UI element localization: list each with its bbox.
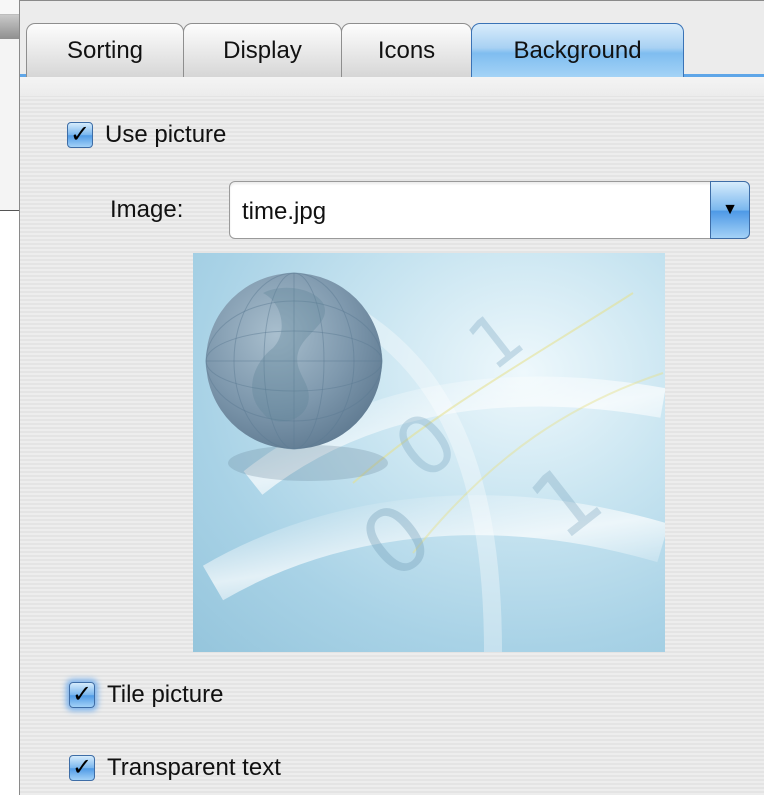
svg-text:1: 1 — [453, 294, 539, 386]
use-picture-checkbox[interactable]: ✓ — [67, 122, 93, 148]
tab-display[interactable]: Display — [183, 23, 342, 77]
tab-icons[interactable]: Icons — [341, 23, 472, 77]
transparent-text-label: Transparent text — [107, 754, 281, 781]
use-picture-label: Use picture — [105, 121, 227, 148]
tile-picture-checkbox[interactable]: ✓ — [69, 682, 95, 708]
tile-picture-row: ✓ Tile picture — [69, 681, 223, 709]
tab-background[interactable]: Background — [471, 23, 684, 77]
image-select-arrow[interactable]: ▼ — [710, 181, 750, 239]
tile-picture-label: Tile picture — [107, 681, 224, 708]
checkmark-icon: ✓ — [71, 681, 93, 708]
checkmark-icon: ✓ — [69, 121, 91, 148]
transparent-text-row: ✓ Transparent text — [69, 754, 281, 782]
tab-background-label: Background — [513, 36, 642, 64]
tab-sorting-label: Sorting — [66, 36, 144, 64]
checkmark-icon: ✓ — [71, 754, 93, 781]
image-preview: 1 0 0 1 — [193, 253, 665, 652]
preview-picture: 1 0 0 1 — [202, 272, 665, 652]
image-label: Image: — [110, 196, 184, 223]
tab-icons-label: Icons — [377, 36, 436, 64]
chevron-down-icon: ▼ — [722, 201, 738, 218]
transparent-text-checkbox[interactable]: ✓ — [69, 755, 95, 781]
image-select[interactable]: time.jpg ▼ — [229, 181, 750, 239]
tab-sorting[interactable]: Sorting — [26, 23, 184, 77]
tab-content-divider — [20, 74, 764, 96]
tab-display-label: Display — [223, 36, 302, 64]
use-picture-row: ✓ Use picture — [67, 121, 226, 149]
image-select-value: time.jpg — [242, 198, 327, 225]
